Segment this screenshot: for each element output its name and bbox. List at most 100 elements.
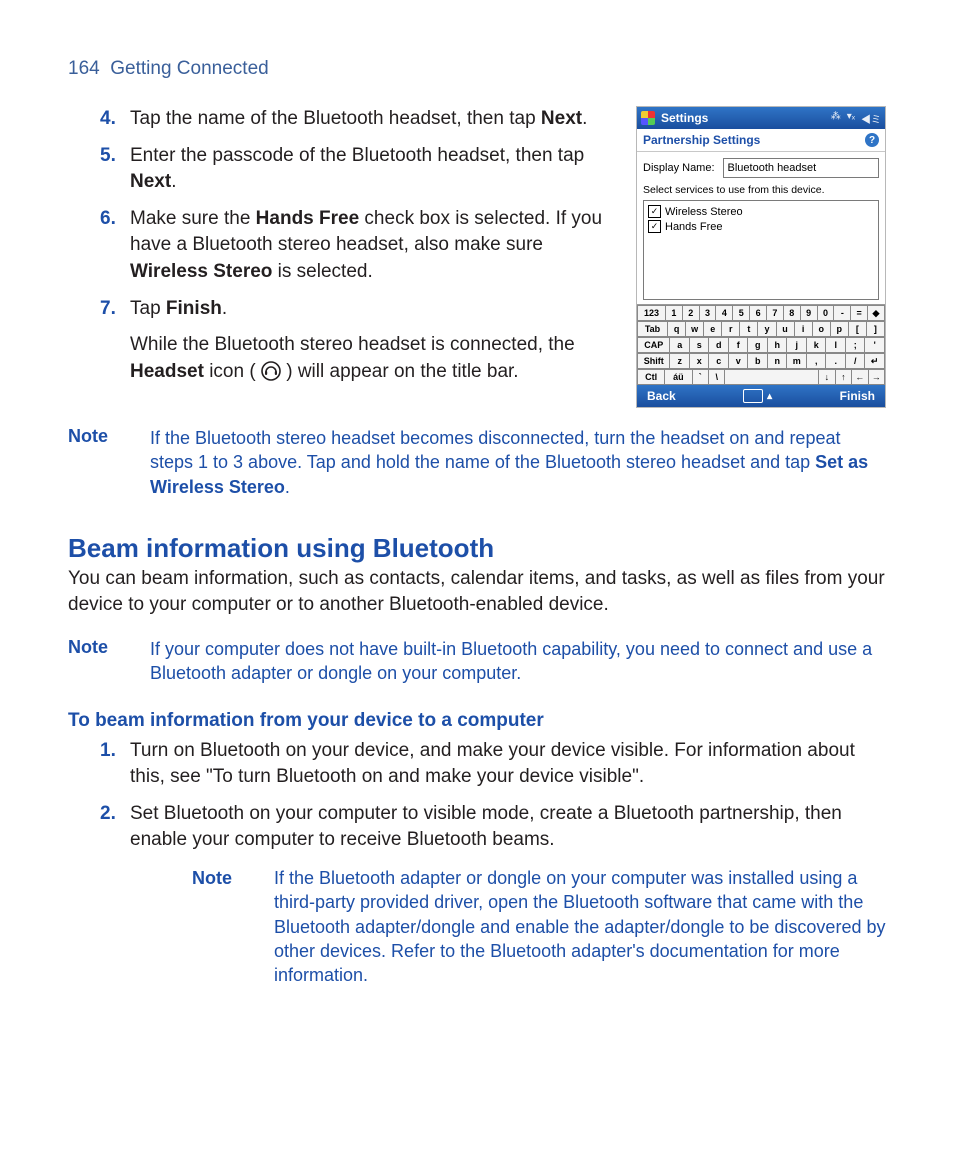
keyboard-key[interactable]: ◆ [868,305,885,321]
wm-title: Settings [661,111,825,125]
wm-subtitle: Partnership Settings [643,133,760,147]
keyboard-key[interactable]: 0 [818,305,835,321]
keyboard-key[interactable]: . [826,353,846,369]
onscreen-keyboard[interactable]: 1231234567890-=◆Tabqwertyuiop[]CAPasdfgh… [637,304,885,385]
step-number: 7. [100,296,116,323]
keyboard-key[interactable]: Tab [637,321,668,337]
keyboard-key[interactable]: k [807,337,827,353]
keyboard-key[interactable]: = [851,305,868,321]
keyboard-key[interactable]: g [748,337,768,353]
step-text: Set Bluetooth on your computer to visibl… [130,803,842,851]
keyboard-key[interactable]: áü [665,369,692,385]
keyboard-key[interactable]: h [768,337,788,353]
keyboard-key[interactable]: i [795,321,813,337]
running-header: 164 Getting Connected [68,58,886,80]
keyboard-key[interactable]: 1 [666,305,683,321]
keyboard-key[interactable]: ↑ [836,369,852,385]
keyboard-key[interactable]: c [709,353,729,369]
keyboard-key[interactable]: 6 [750,305,767,321]
keyboard-key[interactable]: e [704,321,722,337]
keyboard-key[interactable]: 2 [683,305,700,321]
keyboard-key[interactable]: \ [709,369,725,385]
keyboard-key[interactable]: 123 [637,305,666,321]
keyboard-key[interactable]: o [813,321,831,337]
softkey-back[interactable]: Back [647,389,676,403]
keyboard-key[interactable]: b [748,353,768,369]
wm-softkey-bar: Back ▴ Finish [637,385,885,407]
note-block: Note If your computer does not have buil… [68,637,886,686]
keyboard-key[interactable]: v [729,353,749,369]
keyboard-key[interactable]: → [869,369,885,385]
step-number: 5. [100,143,116,170]
step-text: Tap Finish. [130,298,227,319]
step-item: 6.Make sure the Hands Free check box is … [130,206,614,286]
keyboard-key[interactable]: u [777,321,795,337]
services-list: ✓Wireless Stereo✓Hands Free [643,200,879,300]
keyboard-key[interactable]: p [831,321,849,337]
signal-icon: ▾ₓ [847,111,855,126]
keyboard-key[interactable]: ↵ [865,353,885,369]
keyboard-key[interactable]: a [670,337,690,353]
softkey-middle[interactable]: ▴ [743,389,772,403]
keyboard-key[interactable]: j [787,337,807,353]
keyboard-key[interactable]: z [670,353,690,369]
note-block: Note If the Bluetooth stereo headset bec… [68,426,886,499]
keyboard-key[interactable]: ` [693,369,709,385]
note-body: If the Bluetooth adapter or dongle on yo… [274,866,886,987]
keyboard-key[interactable]: l [826,337,846,353]
keyboard-key[interactable]: d [709,337,729,353]
headset-icon [261,361,281,381]
keyboard-key[interactable]: 4 [716,305,733,321]
keyboard-key[interactable]: 9 [801,305,818,321]
volume-icon: ◀ミ [861,111,881,126]
keyboard-key[interactable] [725,369,819,385]
keyboard-key[interactable]: x [690,353,710,369]
help-icon: ? [865,133,879,147]
keyboard-key[interactable]: r [722,321,740,337]
section-heading: Beam information using Bluetooth [68,533,886,564]
bluetooth-icon: ⁂ [831,111,841,126]
keyboard-key[interactable]: ← [852,369,868,385]
keyboard-key[interactable]: m [787,353,807,369]
keyboard-key[interactable]: 5 [733,305,750,321]
keyboard-key[interactable]: n [768,353,788,369]
keyboard-key[interactable]: s [690,337,710,353]
keyboard-key[interactable]: Ctl [637,369,665,385]
keyboard-key[interactable]: ' [865,337,885,353]
note-label: Note [68,426,126,499]
step-text: Make sure the Hands Free check box is se… [130,208,602,282]
step-item: 7.Tap Finish.While the Bluetooth stereo … [130,296,614,386]
keyboard-key[interactable]: f [729,337,749,353]
keyboard-key[interactable]: , [807,353,827,369]
keyboard-key[interactable]: w [686,321,704,337]
keyboard-key[interactable]: q [668,321,686,337]
service-label: Wireless Stereo [665,206,743,218]
manual-page: 164 Getting Connected 4.Tap the name of … [0,0,954,1038]
keyboard-key[interactable]: 8 [784,305,801,321]
keyboard-key[interactable]: 7 [767,305,784,321]
keyboard-icon [743,389,763,403]
service-checkbox-row[interactable]: ✓Hands Free [648,220,874,233]
step-number: 6. [100,206,116,233]
keyboard-key[interactable]: y [758,321,776,337]
keyboard-key[interactable]: ] [867,321,885,337]
keyboard-key[interactable]: CAP [637,337,670,353]
display-name-input[interactable]: Bluetooth headset [723,158,879,178]
keyboard-key[interactable]: 3 [700,305,717,321]
keyboard-key[interactable]: [ [849,321,867,337]
note-label: Note [68,637,126,686]
keyboard-key[interactable]: t [740,321,758,337]
service-checkbox-row[interactable]: ✓Wireless Stereo [648,205,874,218]
chapter-title: Getting Connected [110,58,268,79]
keyboard-key[interactable]: Shift [637,353,670,369]
steps-list-a: 4.Tap the name of the Bluetooth headset,… [68,106,614,385]
note-body: If your computer does not have built-in … [150,637,886,686]
display-name-label: Display Name: [643,162,715,174]
keyboard-key[interactable]: ↓ [819,369,835,385]
keyboard-key[interactable]: / [846,353,866,369]
keyboard-key[interactable]: - [834,305,851,321]
softkey-finish[interactable]: Finish [840,389,875,403]
services-instruction: Select services to use from this device. [643,184,879,196]
keyboard-key[interactable]: ; [846,337,866,353]
checkbox-icon: ✓ [648,220,661,233]
